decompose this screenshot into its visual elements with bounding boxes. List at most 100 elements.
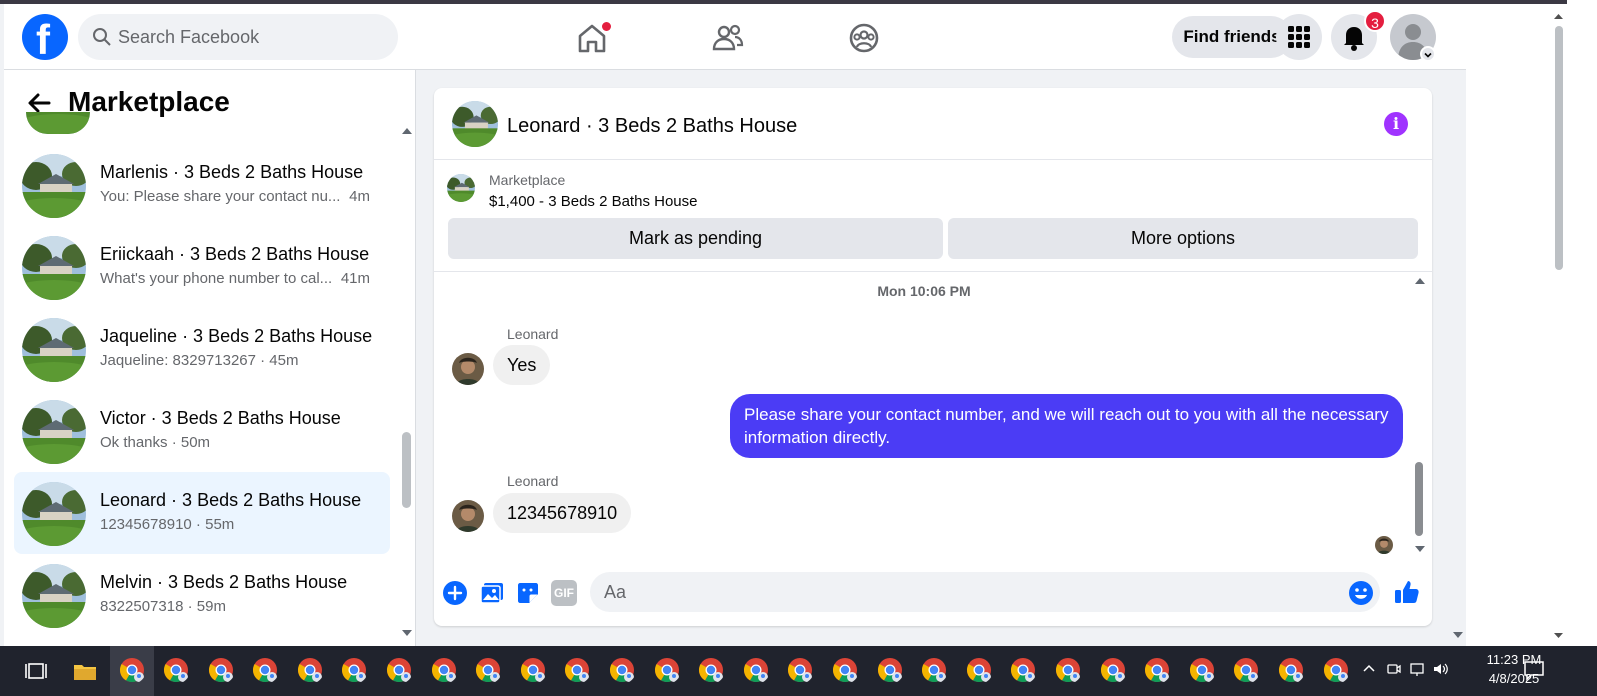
search-input[interactable] bbox=[118, 14, 388, 60]
info-icon[interactable]: i bbox=[1384, 112, 1408, 136]
browser-scrollbar[interactable] bbox=[1550, 4, 1567, 646]
chrome-taskbar-icon[interactable] bbox=[251, 656, 279, 684]
chrome-taskbar-icon[interactable] bbox=[1054, 656, 1082, 684]
network-icon[interactable] bbox=[1409, 661, 1427, 677]
chrome-taskbar-icon[interactable] bbox=[1099, 656, 1127, 684]
meet-now-icon[interactable] bbox=[1386, 661, 1402, 677]
chrome-taskbar-icon[interactable] bbox=[965, 656, 993, 684]
thread-scroll-down-icon[interactable] bbox=[1414, 544, 1426, 554]
chrome-taskbar-icon[interactable] bbox=[1188, 656, 1216, 684]
task-view-icon[interactable] bbox=[20, 654, 54, 688]
conversation-item-melvin[interactable]: Melvin · 3 Beds 2 Baths House 8322507318… bbox=[14, 554, 390, 636]
thread-scroll-up-icon[interactable] bbox=[1414, 276, 1426, 286]
tray-overflow-chevron-icon[interactable] bbox=[1362, 662, 1376, 676]
action-center-icon[interactable] bbox=[1522, 658, 1546, 682]
chrome-taskbar-icon[interactable] bbox=[563, 656, 591, 684]
outgoing-message-bubble[interactable]: Please share your contact number, and we… bbox=[730, 394, 1403, 458]
chrome-taskbar-icon[interactable] bbox=[385, 656, 413, 684]
chrome-taskbar-icon[interactable] bbox=[207, 656, 235, 684]
friends-icon[interactable] bbox=[708, 18, 748, 58]
chrome-taskbar-icon[interactable] bbox=[697, 656, 725, 684]
notification-count-badge: 3 bbox=[1364, 10, 1386, 32]
sticker-icon[interactable] bbox=[515, 580, 541, 606]
conversation-name: Jaqueline · 3 Beds 2 Baths House bbox=[100, 326, 373, 346]
conversation-item-victor[interactable]: Victor · 3 Beds 2 Baths House Ok thanks … bbox=[14, 390, 390, 472]
conversation-panel: Leonard · 3 Beds 2 Baths House i Marketp… bbox=[434, 88, 1432, 626]
chrome-taskbar-icon[interactable] bbox=[742, 656, 770, 684]
sender-avatar[interactable] bbox=[452, 500, 484, 532]
search-box[interactable] bbox=[78, 14, 398, 60]
sender-name: Leonard bbox=[507, 473, 559, 489]
photo-gallery-icon[interactable] bbox=[479, 580, 505, 606]
listing-price-title[interactable]: $1,400 - 3 Beds 2 Baths House bbox=[489, 193, 697, 210]
conversation-title[interactable]: Leonard · 3 Beds 2 Baths House bbox=[507, 115, 797, 138]
chrome-taskbar-icon[interactable] bbox=[519, 656, 547, 684]
conversation-preview: You: Please share your contact nu... bbox=[100, 188, 341, 205]
listing-banner: Marketplace $1,400 - 3 Beds 2 Baths Hous… bbox=[434, 160, 1432, 272]
mark-as-pending-button[interactable]: Mark as pending bbox=[448, 218, 943, 259]
browser-scrollbar-thumb[interactable] bbox=[1555, 26, 1563, 270]
chrome-taskbar-icon[interactable] bbox=[340, 656, 368, 684]
scroll-down-arrow-icon[interactable] bbox=[1550, 628, 1567, 644]
chrome-taskbar-icon[interactable] bbox=[653, 656, 681, 684]
sender-avatar[interactable] bbox=[452, 353, 484, 385]
chrome-taskbar-icon[interactable] bbox=[1322, 656, 1350, 684]
message-thread: Mon 10:06 PM Leonard Yes Please share yo… bbox=[434, 272, 1432, 562]
incoming-message-bubble[interactable]: Yes bbox=[493, 345, 551, 385]
chrome-taskbar-icon[interactable] bbox=[608, 656, 636, 684]
chrome-taskbar-icon[interactable] bbox=[1143, 656, 1171, 684]
conversation-item-leonard[interactable]: Leonard · 3 Beds 2 Baths House 123456789… bbox=[14, 472, 390, 554]
chrome-taskbar-icon[interactable] bbox=[430, 656, 458, 684]
chrome-taskbar-icon[interactable] bbox=[474, 656, 502, 684]
chrome-taskbar-icon[interactable] bbox=[1277, 656, 1305, 684]
chevron-down-icon bbox=[1424, 52, 1432, 58]
plus-circle-icon[interactable] bbox=[442, 580, 468, 606]
read-receipt-avatar bbox=[1375, 536, 1393, 554]
chrome-taskbar-icon[interactable] bbox=[1009, 656, 1037, 684]
scroll-up-arrow-icon[interactable] bbox=[1550, 8, 1567, 24]
conversation-preview: 12345678910 · 55m bbox=[100, 516, 235, 533]
listing-avatar[interactable] bbox=[452, 101, 498, 147]
page-scroll-down-icon[interactable] bbox=[1452, 630, 1464, 640]
file-explorer-icon[interactable] bbox=[68, 654, 102, 688]
sender-name: Leonard bbox=[507, 326, 559, 342]
groups-icon[interactable] bbox=[844, 18, 884, 58]
search-icon bbox=[93, 28, 111, 46]
message-timestamp: Mon 10:06 PM bbox=[877, 283, 971, 299]
account-menu-chevron[interactable] bbox=[1420, 46, 1436, 62]
thread-scrollbar-thumb[interactable] bbox=[1415, 462, 1423, 536]
chrome-taskbar-icon[interactable] bbox=[1232, 656, 1260, 684]
chrome-taskbar-icon[interactable] bbox=[876, 656, 904, 684]
conversation-item-eriickaah[interactable]: Eriickaah · 3 Beds 2 Baths House What's … bbox=[14, 226, 390, 308]
gif-icon[interactable]: GIF bbox=[551, 580, 577, 606]
facebook-logo[interactable]: f bbox=[22, 14, 68, 63]
listing-thumbnail bbox=[22, 400, 86, 464]
message-input[interactable] bbox=[590, 572, 1380, 612]
chrome-taskbar-icon[interactable] bbox=[296, 656, 324, 684]
sidebar-scroll-up-icon[interactable] bbox=[401, 126, 413, 136]
conversation-header: Leonard · 3 Beds 2 Baths House i bbox=[434, 88, 1432, 160]
marketplace-inbox-sidebar: Marketplace Marlenis · 3 Beds 2 Baths Ho… bbox=[4, 70, 416, 646]
chrome-taskbar-icon[interactable] bbox=[786, 656, 814, 684]
top-navigation-bar: f Find friends 3 bbox=[4, 4, 1466, 70]
conversation-item-jaqueline[interactable]: Jaqueline · 3 Beds 2 Baths House Jaqueli… bbox=[14, 308, 390, 390]
sidebar-scrollbar-thumb[interactable] bbox=[402, 432, 411, 508]
chrome-taskbar-icon[interactable] bbox=[831, 656, 859, 684]
volume-icon[interactable] bbox=[1432, 661, 1450, 677]
chrome-taskbar-icon[interactable] bbox=[920, 656, 948, 684]
find-friends-button[interactable]: Find friends bbox=[1172, 16, 1292, 58]
sidebar-scroll-down-icon[interactable] bbox=[401, 628, 413, 638]
menu-button[interactable] bbox=[1276, 14, 1322, 60]
conversation-preview: What's your phone number to cal... bbox=[100, 270, 333, 287]
conversation-item-marlenis[interactable]: Marlenis · 3 Beds 2 Baths House You: Ple… bbox=[14, 144, 390, 226]
emoji-icon[interactable] bbox=[1348, 580, 1374, 606]
more-options-button[interactable]: More options bbox=[948, 218, 1418, 259]
listing-thumbnail bbox=[22, 482, 86, 546]
home-notification-dot bbox=[602, 22, 611, 31]
conversation-name: Leonard · 3 Beds 2 Baths House bbox=[100, 490, 362, 510]
chrome-taskbar-icon[interactable] bbox=[118, 656, 146, 684]
listing-thumbnail bbox=[22, 564, 86, 628]
thumbs-up-icon[interactable] bbox=[1393, 578, 1421, 606]
chrome-taskbar-icon[interactable] bbox=[162, 656, 190, 684]
incoming-message-bubble[interactable]: 12345678910 bbox=[493, 493, 632, 533]
